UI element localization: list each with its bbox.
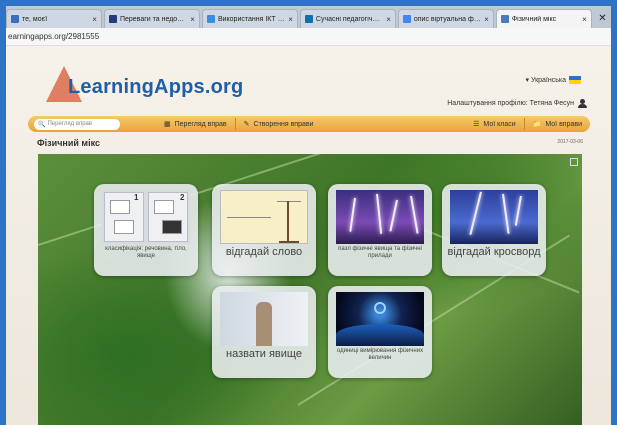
tab-close-icon[interactable]: × <box>190 15 195 24</box>
app-tile-classification[interactable]: 1 2 класифікація: речовина, тіло, явище <box>94 184 198 276</box>
my-classes-label: Мої класи <box>483 120 516 128</box>
lightning-thumbnail <box>336 190 424 244</box>
window-close-icon[interactable]: ✕ <box>594 9 611 28</box>
logo-text: LearningApps.org <box>68 76 244 98</box>
app-tile-puzzle[interactable]: пазл фізичні явища та фізичні прилади <box>328 184 432 276</box>
logo[interactable]: LearningApps.org <box>46 62 243 106</box>
tab-favicon-icon <box>500 15 509 23</box>
group-number-1: 1 <box>134 193 139 202</box>
address-bar[interactable]: earningapps.org/2981555 <box>6 28 611 46</box>
tab-favicon-icon <box>402 15 411 23</box>
main-navbar: 🔍 Перегляд вправ ▦ Перегляд вправ ✎ Ство… <box>28 116 590 132</box>
page-date: 2017-03-06 <box>557 139 583 145</box>
list-icon: ☰ <box>473 121 480 128</box>
tab-close-icon[interactable]: × <box>386 15 391 24</box>
tile-label: відгадай кросворд <box>447 246 541 258</box>
tab-label: Переваги та недоліки ІК <box>119 15 188 23</box>
tree-thumbnail <box>220 292 308 346</box>
profile-settings[interactable]: Налаштування профілю: Тетяна Фесун <box>447 99 587 108</box>
app-tile-guess-word[interactable]: відгадай слово <box>212 184 316 276</box>
tab-close-icon[interactable]: × <box>288 15 293 24</box>
search-placeholder: Перегляд вправ <box>47 121 93 127</box>
tab-label: Фізичний мікс <box>511 15 557 23</box>
tile-label: класифікація: речовина, тіло, явище <box>105 246 187 259</box>
pencil-icon: ✎ <box>243 121 250 128</box>
tab-favicon-icon <box>206 15 215 23</box>
browser-tab-active[interactable]: Фізичний мікс × <box>495 9 592 28</box>
planet-thumbnail <box>336 292 424 346</box>
browse-apps-label: Перегляд вправ <box>174 120 227 128</box>
user-icon <box>578 99 587 108</box>
browser-tab[interactable]: Використання ІКТ на уро × <box>201 9 298 28</box>
tab-favicon-icon <box>11 15 19 23</box>
browser-tab-strip: те, моєї × Переваги та недоліки ІК × Вик… <box>6 6 611 28</box>
create-app-button[interactable]: ✎ Створення вправи <box>236 116 322 132</box>
page-title: Фізичний мікс <box>37 138 100 148</box>
folder-icon: 📁 <box>532 121 542 128</box>
tab-label: те, моєї <box>22 15 48 23</box>
group-number-2: 2 <box>180 193 185 202</box>
lightning-thumbnail <box>450 190 538 244</box>
tile-label: назвати явище <box>226 348 302 360</box>
photo-frame: те, моєї × Переваги та недоліки ІК × Вик… <box>6 6 611 425</box>
tab-label: опис віртуальна фізичн <box>413 15 481 23</box>
my-apps-label: Мої вправи <box>545 120 582 128</box>
app-tile-crossword[interactable]: відгадай кросворд <box>442 184 546 276</box>
browser-tab[interactable]: опис віртуальна фізичн × <box>397 9 494 28</box>
classification-thumbnail: 1 2 <box>102 190 190 244</box>
tab-close-icon[interactable]: × <box>484 15 489 24</box>
tile-label: відгадай слово <box>225 246 303 258</box>
language-selector[interactable]: ▾ Українська <box>525 76 581 84</box>
app-tile-name-phenomenon[interactable]: назвати явище <box>212 286 316 378</box>
ukraine-flag-icon <box>569 76 581 84</box>
create-app-label: Створення вправи <box>253 120 314 128</box>
tab-close-icon[interactable]: × <box>582 15 587 24</box>
tile-label: пазл фізичні явища та фізичні прилади <box>338 246 422 259</box>
browser-tab[interactable]: те, моєї × <box>6 9 102 28</box>
profile-label: Налаштування профілю: Тетяна Фесун <box>447 100 574 107</box>
tile-label: одиниці вимірювання фізичних величин <box>336 348 424 361</box>
search-icon: 🔍 <box>38 121 46 128</box>
page: LearningApps.org ▾ Українська Налаштуван… <box>6 46 611 425</box>
video-icon <box>162 220 182 234</box>
fullscreen-icon[interactable] <box>570 158 578 166</box>
grid-icon: ▦ <box>164 121 171 128</box>
tab-favicon-icon <box>304 15 313 23</box>
tab-label: Використання ІКТ на уро <box>217 15 286 23</box>
app-matrix: 1 2 класифікація: речовина, тіло, явище <box>38 154 582 425</box>
language-label: ▾ Українська <box>525 77 566 84</box>
tab-favicon-icon <box>108 15 117 23</box>
search-input[interactable]: 🔍 Перегляд вправ <box>34 118 120 130</box>
my-apps-button[interactable]: 📁 Мої вправи <box>525 116 590 132</box>
browser-tab[interactable]: Сучасні педагогічні техн × <box>299 9 396 28</box>
browser-tab[interactable]: Переваги та недоліки ІК × <box>103 9 200 28</box>
browse-apps-button[interactable]: ▦ Перегляд вправ <box>156 116 235 132</box>
app-tile-units[interactable]: одиниці вимірювання фізичних величин <box>328 286 432 378</box>
my-classes-button[interactable]: ☰ Мої класи <box>465 116 524 132</box>
hangman-thumbnail <box>220 190 308 244</box>
tab-close-icon[interactable]: × <box>92 15 97 24</box>
tab-label: Сучасні педагогічні техн <box>315 15 383 23</box>
